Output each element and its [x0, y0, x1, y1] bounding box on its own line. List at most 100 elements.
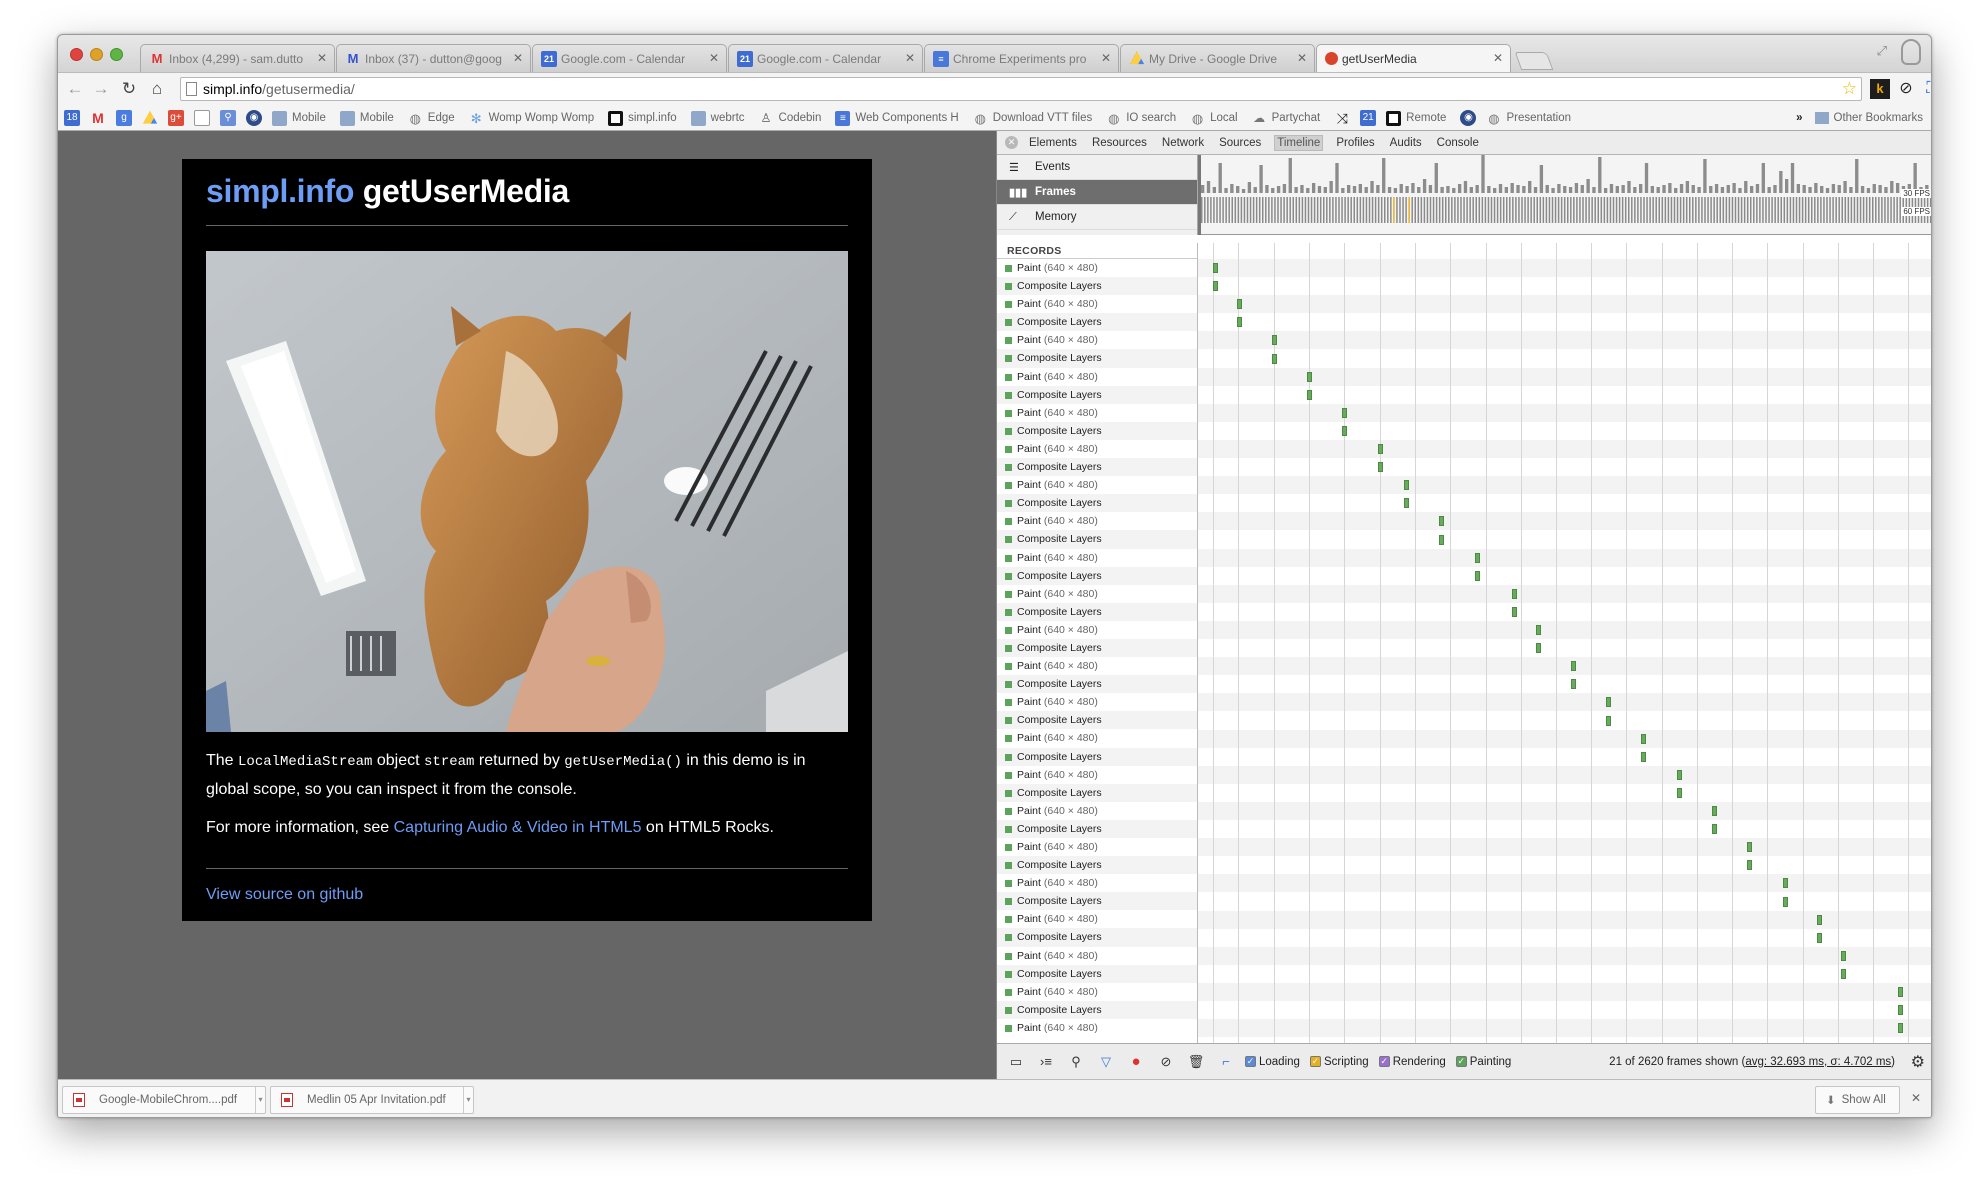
globe-bookmark-icon[interactable]: ◉ [246, 110, 262, 126]
tab-calendar-1[interactable]: 21 Google.com - Calendar ✕ [532, 44, 727, 72]
record-bar[interactable] [1237, 317, 1242, 328]
back-button[interactable]: ← [64, 79, 86, 99]
record-composite-layers[interactable]: Composite Layers [997, 892, 1197, 911]
record-bar[interactable] [1783, 896, 1788, 907]
dock-icon[interactable]: ▭ [1005, 1054, 1027, 1070]
record-bar[interactable] [1841, 950, 1846, 961]
record-bar[interactable] [1641, 751, 1646, 762]
bookmark-womp[interactable]: ✻ Womp Womp Womp [469, 111, 594, 126]
record-bar[interactable] [1712, 806, 1717, 816]
record-bar[interactable] [1475, 552, 1480, 563]
bookmark-simpl-info[interactable]: simpl.info [608, 110, 677, 126]
star-icon[interactable]: ☆ [1842, 78, 1857, 100]
close-tab-icon[interactable]: ✕ [709, 51, 719, 65]
record-bar[interactable] [1783, 878, 1788, 889]
record-composite-layers[interactable]: Composite Layers [997, 313, 1197, 332]
record-bar[interactable] [1712, 824, 1717, 835]
close-tab-icon[interactable]: ✕ [1101, 51, 1111, 65]
record-paint[interactable]: Paint (640 × 480) [997, 476, 1197, 494]
tab-console[interactable]: Console [1435, 136, 1481, 150]
record-bar[interactable] [1307, 371, 1312, 382]
bookmark-webrtc[interactable]: webrtc [690, 110, 745, 126]
record-composite-layers[interactable]: Composite Layers [997, 530, 1197, 549]
record-bar[interactable] [1512, 588, 1517, 599]
bookmark-download-vtt[interactable]: ◍ Download VTT files [973, 111, 1093, 126]
record-bar[interactable] [1272, 335, 1277, 346]
drive-bookmark-icon[interactable] [142, 110, 158, 124]
globe-bookmark-icon[interactable]: ◉ [1460, 110, 1477, 126]
bookmark-mobile-2[interactable]: Mobile [339, 110, 394, 126]
html5rocks-link[interactable]: Capturing Audio & Video in HTML5 [394, 819, 642, 836]
record-bar[interactable] [1898, 987, 1903, 997]
filter-rendering[interactable]: ✓ Rendering [1378, 1056, 1446, 1068]
record-paint[interactable]: Paint (640 × 480) [997, 657, 1197, 675]
record-composite-layers[interactable]: Composite Layers [997, 421, 1197, 440]
bookmark-web-components[interactable]: ≡ Web Components H [835, 110, 959, 126]
record-paint[interactable]: Paint (640 × 480) [997, 910, 1197, 928]
record-paint[interactable]: Paint (640 × 480) [997, 440, 1197, 458]
record-bar[interactable] [1378, 462, 1383, 473]
record-paint[interactable]: Paint (640 × 480) [997, 585, 1197, 603]
record-composite-layers[interactable]: Composite Layers [997, 856, 1197, 875]
download-item-1[interactable]: Google-MobileChrom....pdf ▾ [62, 1086, 266, 1114]
record-paint[interactable]: Paint (640 × 480) [997, 621, 1197, 639]
close-window-button[interactable] [70, 48, 83, 61]
record-composite-layers[interactable]: Composite Layers [997, 747, 1197, 766]
record-bar[interactable] [1272, 353, 1277, 364]
record-bar[interactable] [1307, 389, 1312, 400]
bookmark-partychat[interactable]: ☁ Partychat [1252, 111, 1320, 126]
record-bar[interactable] [1747, 842, 1752, 853]
record-paint[interactable]: Paint (640 × 480) [997, 983, 1197, 1001]
tab-elements[interactable]: Elements [1027, 136, 1079, 150]
record-composite-layers[interactable]: Composite Layers [997, 928, 1197, 947]
record-bar[interactable] [1439, 534, 1444, 545]
record-bar[interactable] [1817, 932, 1822, 943]
record-bar[interactable] [1213, 281, 1218, 292]
zoom-window-button[interactable] [110, 48, 123, 61]
record-bar[interactable] [1378, 444, 1383, 454]
record-composite-layers[interactable]: Composite Layers [997, 494, 1197, 513]
glue-records-icon[interactable]: ⌐ [1215, 1054, 1237, 1069]
overview-memory[interactable]: ⟋ Memory [997, 205, 1197, 230]
record-paint[interactable]: Paint (640 × 480) [997, 802, 1197, 820]
record-bar[interactable] [1841, 968, 1846, 979]
record-bar[interactable] [1536, 625, 1541, 635]
record-paint[interactable]: Paint (640 × 480) [997, 512, 1197, 530]
record-paint[interactable]: Paint (640 × 480) [997, 259, 1197, 277]
shuffle-bookmark-icon[interactable]: ⤨ [1334, 110, 1350, 126]
forward-button[interactable]: → [90, 79, 112, 99]
close-tab-icon[interactable]: ✕ [513, 51, 523, 65]
title-link[interactable]: simpl.info [206, 173, 354, 209]
overview-frames[interactable]: ▮▮▮ Frames [997, 180, 1197, 205]
overview-window-handle[interactable] [1198, 155, 1201, 235]
tab-calendar-2[interactable]: 21 Google.com - Calendar ✕ [728, 44, 923, 72]
new-tab-button[interactable] [1514, 52, 1554, 70]
console-drawer-icon[interactable]: ›≡ [1035, 1054, 1057, 1069]
close-tab-icon[interactable]: ✕ [317, 51, 327, 65]
record-composite-layers[interactable]: Composite Layers [997, 1000, 1197, 1019]
extension-screen-icon[interactable]: ⛶ [1922, 79, 1931, 99]
record-composite-layers[interactable]: Composite Layers [997, 819, 1197, 838]
record-bar[interactable] [1606, 715, 1611, 726]
close-devtools-icon[interactable]: ✕ [1005, 136, 1018, 149]
record-bar[interactable] [1213, 263, 1218, 273]
record-paint[interactable]: Paint (640 × 480) [997, 693, 1197, 711]
tab-network[interactable]: Network [1160, 136, 1206, 150]
tab-google-drive[interactable]: My Drive - Google Drive ✕ [1120, 44, 1315, 72]
record-bar[interactable] [1404, 480, 1409, 491]
record-composite-layers[interactable]: Composite Layers [997, 675, 1197, 694]
close-tab-icon[interactable]: ✕ [1493, 51, 1503, 65]
filter-loading[interactable]: ✓ Loading [1245, 1056, 1300, 1068]
settings-gear-icon[interactable]: ⚙ [1911, 1052, 1925, 1072]
tab-gmail-1[interactable]: M Inbox (4,299) - sam.dutto ✕ [140, 44, 335, 72]
other-bookmarks[interactable]: Other Bookmarks [1834, 112, 1923, 124]
record-bar[interactable] [1404, 498, 1409, 509]
frames-overview-chart[interactable]: 30 FPS 60 FPS [1198, 155, 1931, 235]
record-bar[interactable] [1677, 769, 1682, 780]
bookmark-remote[interactable]: Remote [1386, 110, 1446, 126]
record-bar[interactable] [1342, 425, 1347, 436]
bookmark-local[interactable]: ◍ Local [1190, 111, 1238, 126]
record-bar[interactable] [1512, 606, 1517, 617]
tab-resources[interactable]: Resources [1090, 136, 1149, 150]
bookmark-presentation[interactable]: ◍ Presentation [1486, 111, 1571, 126]
